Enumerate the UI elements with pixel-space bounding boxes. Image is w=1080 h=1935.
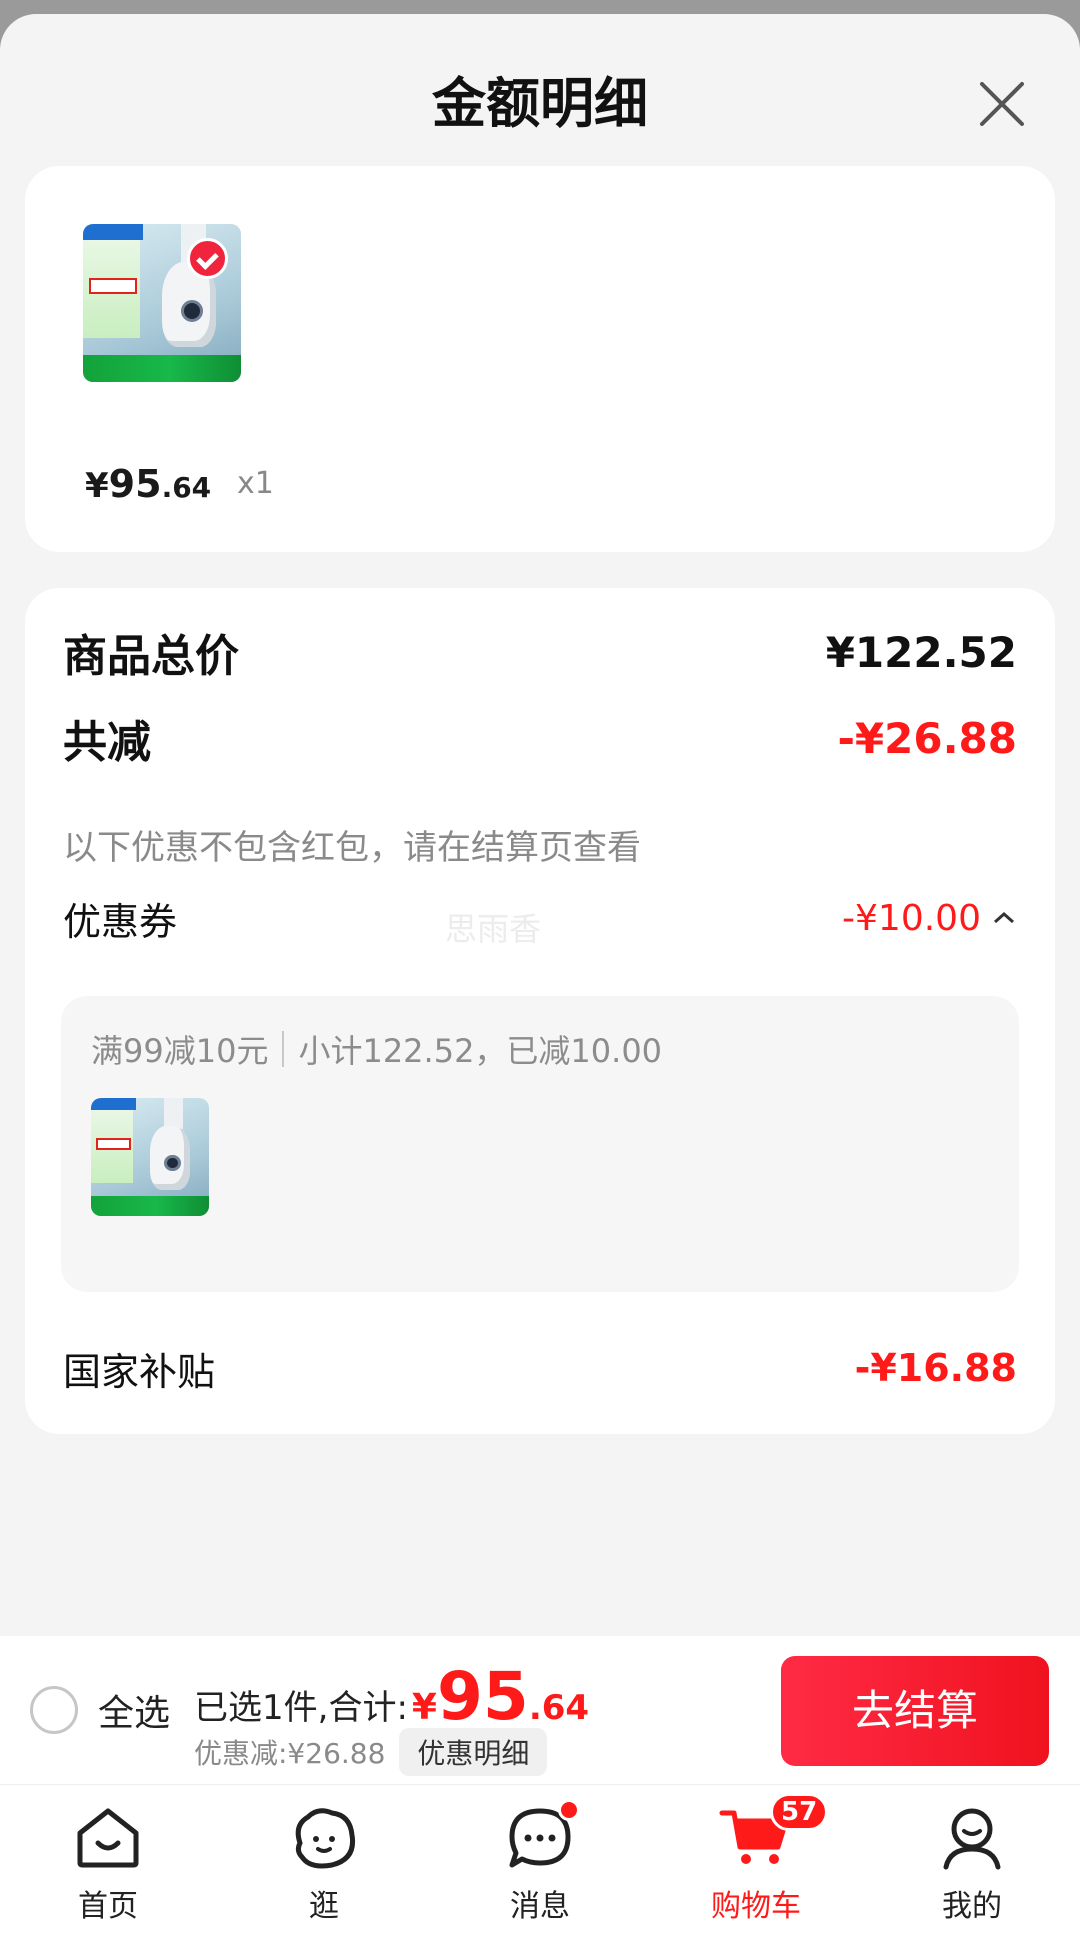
tab-messages-label: 消息 [510,1889,570,1924]
coupon-label: 优惠券 [63,899,178,944]
discount-detail-button[interactable]: 优惠明细 [399,1728,548,1776]
coupon-subtotal: 小计122.52，已减10.00 [298,1032,663,1070]
total-decimal: .64 [528,1688,590,1728]
coupon-rule: 满99减10元 [91,1032,269,1070]
divider [282,1031,285,1067]
total-price-value: ¥122.52 [825,627,1017,677]
tab-browse[interactable]: 逛 [216,1785,432,1935]
profile-icon [943,1808,1001,1870]
tab-profile[interactable]: 我的 [864,1785,1080,1935]
select-all-radio[interactable] [30,1686,78,1734]
total-line: 已选1件,合计: ¥ 95 .64 [194,1658,589,1735]
total-integer: 95 [436,1658,529,1735]
price-decimal: .64 [161,471,212,504]
tab-messages[interactable]: 消息 [432,1785,648,1935]
product-card: ¥ 95 .64 x1 [25,166,1055,552]
total-price-row: 商品总价 ¥122.52 [63,622,1017,683]
coupon-product-image[interactable] [91,1098,209,1216]
coupon-detail-box: 满99减10元 小计122.52，已减10.00 [61,996,1019,1292]
browse-icon [295,1808,356,1869]
discount-amount: 优惠减:¥26.88 [194,1737,386,1770]
message-notification-dot [558,1799,580,1821]
tab-cart-label: 购物车 [711,1889,801,1924]
reduction-label: 共减 [63,717,151,768]
select-all-toggle[interactable]: 全选 [30,1684,170,1736]
subsidy-label: 国家补贴 [63,1349,216,1394]
tab-profile-label: 我的 [942,1889,1002,1924]
selected-count-label: 已选1件,合计: [194,1688,408,1728]
subsidy-value: -¥16.88 [854,1346,1017,1390]
cart-badge: 57 [770,1793,829,1831]
total-currency: ¥ [411,1687,437,1728]
reduction-row: 共减 -¥26.88 [63,708,1017,769]
subsidy-row: 国家补贴 -¥16.88 [63,1338,1017,1398]
product-price: ¥ 95 .64 [85,462,211,512]
tab-browse-label: 逛 [309,1889,339,1924]
bottom-tab-bar: 首页 逛 消息 57 购物车 我的 [0,1784,1080,1935]
sheet-title: 金额明细 [432,72,648,135]
coupon-value-group: -¥10.00 [842,898,1017,939]
close-icon[interactable] [974,76,1030,132]
price-currency: ¥ [85,466,109,506]
checkout-bar: 全选 已选1件,合计: ¥ 95 .64 优惠减:¥26.88 优惠明细 去结算 [0,1636,1080,1784]
discount-line: 优惠减:¥26.88 优惠明细 [194,1728,548,1776]
checkout-button[interactable]: 去结算 [781,1656,1049,1766]
tab-cart[interactable]: 57 购物车 [648,1785,864,1935]
reduction-note: 以下优惠不包含红包，请在结算页查看 [63,828,641,868]
product-image[interactable] [83,224,241,382]
home-icon [77,1808,139,1868]
total-price-label: 商品总价 [63,631,239,682]
tab-home-label: 首页 [78,1889,138,1924]
coupon-detail-header: 满99减10元 小计122.52，已减10.00 [91,1026,662,1072]
price-summary-card: 商品总价 ¥122.52 共减 -¥26.88 以下优惠不包含红包，请在结算页查… [25,588,1055,1434]
product-quantity: x1 [237,466,274,501]
reduction-value: -¥26.88 [837,713,1017,763]
chevron-up-icon[interactable] [991,908,1017,928]
coupon-row[interactable]: 优惠券 -¥10.00 [63,890,1017,946]
coupon-value: -¥10.00 [842,897,981,939]
select-all-label: 全选 [98,1693,171,1734]
selected-check-icon [187,238,229,280]
tab-home[interactable]: 首页 [0,1785,216,1935]
price-integer: 95 [108,462,162,506]
